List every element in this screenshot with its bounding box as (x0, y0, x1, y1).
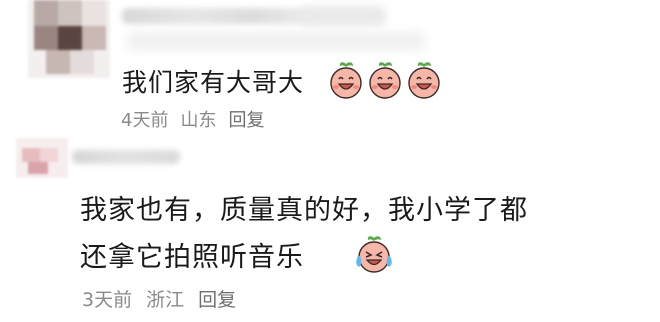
comment-thread: 我们家有大哥大 4天前 山东 回复 我家也有，质量真的好，我小学了都 还拿它拍照… (0, 0, 660, 322)
comment-time: 3天前 (82, 289, 133, 311)
username-blurred[interactable] (72, 150, 180, 164)
peach-face-tears-of-joy-icon (352, 234, 396, 274)
avatar[interactable] (16, 138, 68, 178)
peach-face-laughing-icon (328, 60, 364, 100)
username-blurred-extra (300, 6, 386, 26)
blurred-content (126, 32, 426, 50)
comment-meta: 3天前 浙江 回复 (82, 285, 236, 312)
emoji-group (328, 60, 442, 100)
comment-location: 山东 (180, 110, 217, 131)
comment-time: 4天前 (121, 110, 169, 131)
peach-face-laughing-icon (406, 60, 442, 100)
comment-text-line-2: 还拿它拍照听音乐 (80, 241, 304, 273)
comment-location: 浙江 (146, 289, 185, 311)
reply-button[interactable]: 回复 (228, 106, 264, 132)
comment-text: 我们家有大哥大 (122, 68, 305, 97)
username-blurred[interactable] (122, 8, 310, 24)
comment-text-line-1: 我家也有，质量真的好，我小学了都 (80, 195, 528, 226)
peach-face-laughing-icon (367, 60, 403, 100)
avatar[interactable] (28, 0, 110, 78)
comment-meta: 4天前 山东 回复 (121, 106, 264, 132)
reply-button[interactable]: 回复 (198, 285, 236, 312)
